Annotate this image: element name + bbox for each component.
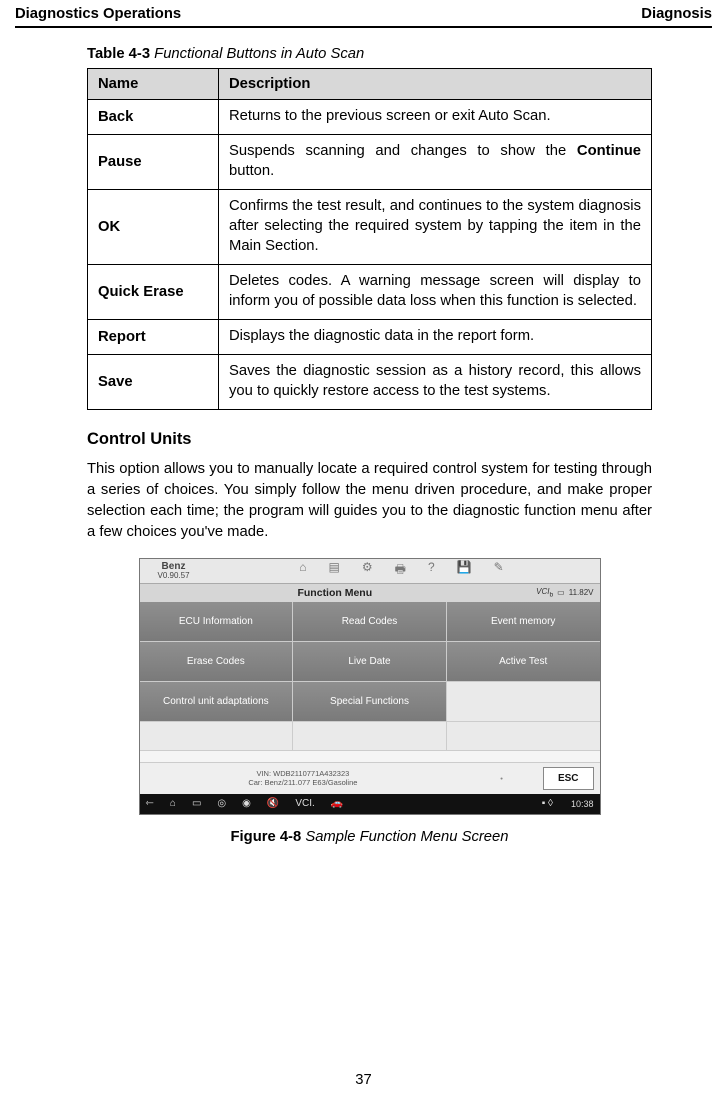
cell-name: Back [88,100,219,135]
volume-icon[interactable]: 🔇 [267,798,279,809]
chart-icon[interactable]: ▤ [329,560,340,581]
gear-icon[interactable]: ⚙ [362,560,373,581]
menu-ecu-information[interactable]: ECU Information [140,602,294,642]
save-icon[interactable]: 💾 [457,560,472,581]
table-caption-label: Table 4-3 [87,46,150,62]
menu-control-unit-adaptations[interactable]: Control unit adaptations [140,682,294,722]
section-paragraph: This option allows you to manually locat… [87,459,652,543]
back-icon[interactable]: ⇽ [146,798,154,809]
section-heading: Control Units [87,430,652,449]
car-line: Car: Benz/211.077 E63/Gasoline [146,778,461,787]
figure: Benz V0.90.57 ⌂ ▤ ⚙ 🖶 ? 💾 ✎ Function Men… [87,558,652,845]
menu-empty [293,722,447,751]
device-top-icons: ⌂ ▤ ⚙ 🖶 ? 💾 ✎ [204,560,600,581]
page-number: 37 [0,1072,727,1088]
home-icon[interactable]: ⌂ [299,560,306,581]
device-screenshot: Benz V0.90.57 ⌂ ▤ ⚙ 🖶 ? 💾 ✎ Function Men… [139,558,601,815]
device-status: VCIb ▭ 11.82V [530,587,599,599]
cell-name: Quick Erase [88,264,219,319]
device-titlebar: Function Menu VCIb ▭ 11.82V [140,584,600,602]
cell-desc: Confirms the test result, and continues … [219,189,652,264]
menu-empty [140,722,294,751]
clock: 10:38 [571,799,594,809]
voltage-label: 11.82V [569,588,594,597]
cell-desc: Returns to the previous screen or exit A… [219,100,652,135]
table-row: OK Confirms the test result, and continu… [88,189,652,264]
browser-icon[interactable]: ◎ [217,798,226,809]
cell-desc: Displays the diagnostic data in the repo… [219,319,652,354]
menu-live-date[interactable]: Live Date [293,642,447,682]
battery-icon: ▭ [557,588,565,597]
table-row: Quick Erase Deletes codes. A warning mes… [88,264,652,319]
figure-caption-label: Figure 4-8 [231,829,302,845]
device-brand: Benz V0.90.57 [140,562,204,580]
device-bottombar: ⇽ ⌂ ▭ ◎ ◉ 🔇 VCI. 🚗 ▪ ◊ 10:38 [140,794,600,814]
page-indicator: • [460,774,543,783]
menu-read-codes[interactable]: Read Codes [293,602,447,642]
cell-name: Save [88,354,219,409]
vci-label: VCIb [536,587,553,599]
device-title: Function Menu [140,587,531,599]
edit-icon[interactable]: ✎ [494,560,504,581]
print-icon[interactable]: 🖶 [395,560,406,581]
cell-desc: Deletes codes. A warning message screen … [219,264,652,319]
menu-erase-codes[interactable]: Erase Codes [140,642,294,682]
esc-button[interactable]: ESC [543,767,594,790]
camera-icon[interactable]: ◉ [242,798,251,809]
device-topbar: Benz V0.90.57 ⌂ ▤ ⚙ 🖶 ? 💾 ✎ [140,559,600,584]
cell-name: OK [88,189,219,264]
table-row: Save Saves the diagnostic session as a h… [88,354,652,409]
table-row: Report Displays the diagnostic data in t… [88,319,652,354]
cell-desc: Saves the diagnostic session as a histor… [219,354,652,409]
th-name: Name [88,69,219,100]
table-caption: Table 4-3 Functional Buttons in Auto Sca… [87,46,652,62]
help-icon[interactable]: ? [428,560,435,581]
menu-special-functions[interactable]: Special Functions [293,682,447,722]
device-grid: ECU Information Read Codes Event memory … [140,602,600,762]
th-desc: Description [219,69,652,100]
menu-active-test[interactable]: Active Test [447,642,600,682]
cell-desc: Suspends scanning and changes to show th… [219,134,652,189]
table-row: Back Returns to the previous screen or e… [88,100,652,135]
figure-caption: Figure 4-8 Sample Function Menu Screen [87,829,652,845]
functional-buttons-table: Name Description Back Returns to the pre… [87,68,652,410]
car-icon[interactable]: 🚗 [331,798,343,809]
table-caption-title: Functional Buttons in Auto Scan [150,46,364,62]
page-header: Diagnostics Operations Diagnosis [15,0,712,28]
vci-icon[interactable]: VCI. [295,798,314,809]
signal-icon: ▪ ◊ [542,798,553,809]
cell-name: Pause [88,134,219,189]
cell-name: Report [88,319,219,354]
figure-caption-title: Sample Function Menu Screen [301,829,508,845]
home2-icon[interactable]: ⌂ [170,798,176,809]
header-left: Diagnostics Operations [15,6,181,22]
recent-icon[interactable]: ▭ [192,798,201,809]
menu-event-memory[interactable]: Event memory [447,602,600,642]
menu-empty [447,682,600,722]
header-right: Diagnosis [641,6,712,22]
vin-line: VIN: WDB2110771A432323 [146,769,461,778]
menu-empty [447,722,600,751]
table-row: Pause Suspends scanning and changes to s… [88,134,652,189]
device-infobar: VIN: WDB2110771A432323 Car: Benz/211.077… [140,762,600,794]
